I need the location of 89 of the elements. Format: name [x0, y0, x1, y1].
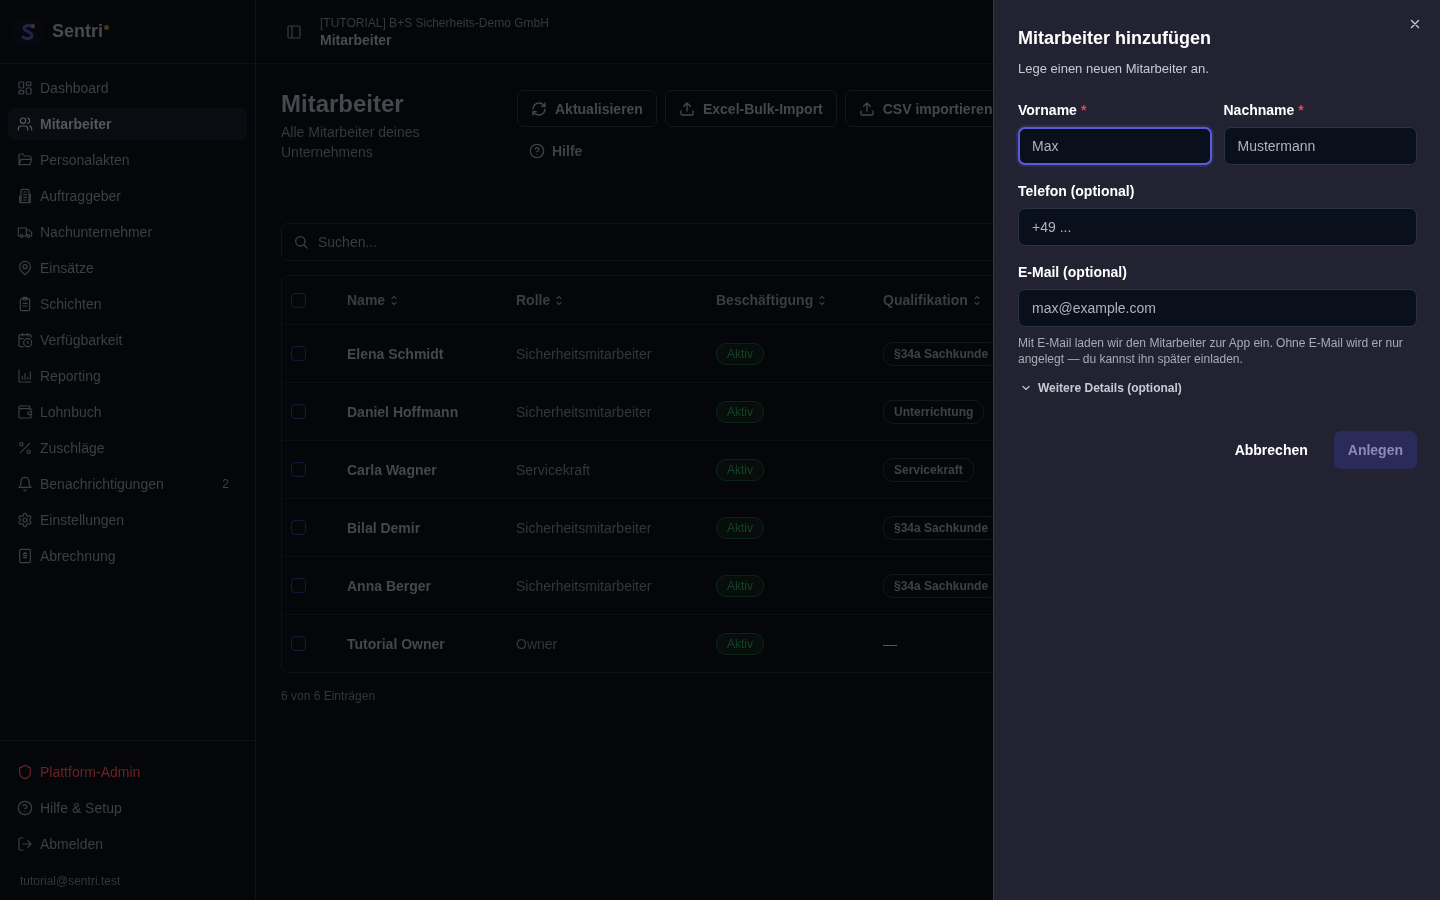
- upload-icon: [678, 100, 695, 117]
- column-header[interactable]: Beschäftigung: [716, 292, 883, 308]
- text-field[interactable]: Mustermann: [1223, 127, 1417, 165]
- nav-item[interactable]: Personalakten: [8, 144, 247, 176]
- cancel-button[interactable]: Abbrechen: [1220, 431, 1322, 469]
- nav-item[interactable]: Reporting: [8, 360, 247, 392]
- brand-dot-icon: [104, 25, 109, 30]
- column-header[interactable]: Rolle: [516, 292, 716, 308]
- users-icon: [17, 116, 33, 132]
- text-field[interactable]: Max: [1018, 127, 1212, 165]
- nav-item[interactable]: Nachunternehmer: [8, 216, 247, 248]
- row-checkbox[interactable]: [291, 520, 306, 535]
- refresh-icon: [531, 100, 547, 117]
- upload-icon: [858, 100, 875, 117]
- sort-icon[interactable]: [390, 294, 399, 306]
- nav-item[interactable]: Hilfe & Setup: [8, 792, 247, 824]
- building-icon: [17, 188, 33, 204]
- nav-item[interactable]: Einstellungen: [8, 504, 247, 536]
- nav-item[interactable]: Abmelden: [8, 828, 247, 860]
- sort-icon[interactable]: [555, 294, 564, 306]
- action-button[interactable]: Aktualisieren: [517, 90, 657, 127]
- nav-item[interactable]: Verfügbarkeit: [8, 324, 247, 356]
- empty-value: —: [883, 635, 897, 652]
- nav-item[interactable]: Schichten: [8, 288, 247, 320]
- sidebar-toggle-icon[interactable]: [286, 23, 302, 40]
- row-checkbox[interactable]: [291, 404, 306, 419]
- shield-icon: [17, 764, 33, 780]
- field-label: Telefon (optional): [1018, 183, 1135, 199]
- receipt-icon: [17, 548, 33, 564]
- column-header[interactable]: Qualifikation: [883, 292, 993, 308]
- percent-icon: [17, 440, 33, 456]
- row-checkbox[interactable]: [291, 346, 306, 361]
- details-toggle[interactable]: Weitere Details (optional): [1018, 379, 1184, 397]
- field-label: E-Mail (optional): [1018, 264, 1127, 280]
- name-cell-text: Tutorial Owner: [347, 635, 446, 652]
- grid-icon: [17, 80, 33, 96]
- help-icon: [17, 800, 33, 816]
- nav-item[interactable]: Benachrichtigungen 2: [8, 468, 247, 500]
- page-name: Mitarbeiter: [320, 31, 393, 48]
- clipboard-icon: [17, 296, 33, 312]
- nav-item[interactable]: Abrechnung: [8, 540, 247, 572]
- field-label: Vorname: [1018, 102, 1077, 118]
- notification-count: 2: [222, 477, 230, 491]
- name-cell-text: Bilal Demir: [347, 519, 422, 536]
- required-mark: *: [1080, 102, 1087, 118]
- logout-icon: [17, 836, 33, 852]
- help-link[interactable]: Hilfe: [517, 138, 595, 164]
- name-cell-text: Daniel Hoffmann: [347, 403, 460, 420]
- required-mark: *: [1298, 102, 1304, 118]
- name-cell-text: Carla Wagner: [347, 461, 438, 478]
- nav-item[interactable]: Lohnbuch: [8, 396, 247, 428]
- text-field[interactable]: +49 ...: [1018, 208, 1417, 246]
- brand-name: Sentri: [52, 21, 103, 42]
- nav-item[interactable]: Mitarbeiter: [8, 108, 247, 140]
- field-hint: Mit E-Mail laden wir den Mitarbeiter zur App ein. Ohne E-Mail wird er nur angelegt — du kannst ihn später einladen.: [1018, 335, 1404, 367]
- calendar-clock-icon: [17, 332, 33, 348]
- truck-icon: [17, 224, 33, 240]
- select-all-checkbox[interactable]: [291, 292, 306, 308]
- nav-item[interactable]: Auftraggeber: [8, 180, 247, 212]
- bell-icon: [17, 476, 33, 492]
- qualification-badge: Servicekraft: [883, 457, 974, 482]
- nav-item[interactable]: Einsätze: [8, 252, 247, 284]
- text-field[interactable]: max@example.com: [1018, 289, 1417, 327]
- panel-description: Lege einen neuen Mitarbeiter an.: [1018, 61, 1210, 76]
- panel-title: Mitarbeiter hinzufügen: [1018, 28, 1212, 49]
- settings-icon: [17, 512, 33, 528]
- nav-item[interactable]: Plattform-Admin: [8, 756, 247, 788]
- help-icon: [529, 143, 545, 159]
- wallet-icon: [17, 404, 33, 420]
- folder-icon: [17, 152, 33, 168]
- qualification-badge: Unterrichtung: [883, 399, 985, 424]
- sort-icon[interactable]: [972, 294, 981, 306]
- close-icon: [1408, 17, 1422, 31]
- row-checkbox[interactable]: [291, 636, 306, 651]
- row-checkbox[interactable]: [291, 578, 306, 593]
- action-button[interactable]: CSV importieren: [844, 90, 993, 127]
- field-label: Nachname: [1223, 102, 1295, 118]
- bar-chart-icon: [17, 368, 33, 384]
- name-cell-text: Anna Berger: [347, 577, 433, 594]
- row-checkbox[interactable]: [291, 462, 306, 477]
- sort-icon[interactable]: [818, 294, 827, 306]
- action-button[interactable]: Excel-Bulk-Import: [664, 90, 837, 127]
- page-title: Mitarbeiter: [281, 90, 405, 118]
- nav-item[interactable]: Zuschläge: [8, 432, 247, 464]
- search-icon: [293, 234, 309, 250]
- column-header[interactable]: Name: [347, 292, 516, 308]
- nav-item[interactable]: Dashboard: [8, 72, 247, 104]
- pin-icon: [17, 260, 33, 276]
- name-cell-text: Elena Schmidt: [347, 345, 445, 362]
